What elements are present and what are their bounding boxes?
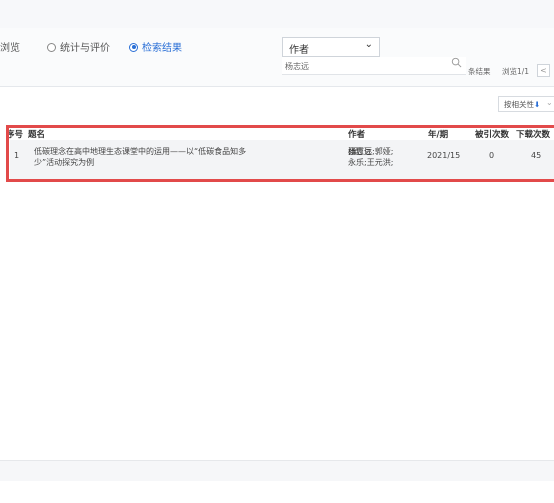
search-input[interactable]: 杨志远 [282, 57, 466, 75]
prev-page-button[interactable]: < [537, 64, 550, 77]
result-count-text: 条结果 [468, 67, 491, 76]
sort-arrow-icon: ⬇ [534, 100, 541, 109]
highlight-frame [6, 125, 554, 182]
bottom-bar [0, 460, 554, 481]
page-info: 浏览1/1 [502, 67, 530, 76]
search-icon[interactable] [451, 57, 462, 68]
chevron-left-icon: < [540, 66, 547, 75]
tab-browse-label: 浏览 [0, 43, 20, 54]
chevron-down-icon: ⌄ [364, 39, 373, 50]
top-bar [0, 0, 554, 29]
tab-search-results-label: 检索结果 [142, 43, 182, 54]
radio-statistics[interactable] [47, 42, 56, 52]
tab-statistics-label: 统计与评价 [60, 43, 110, 54]
sort-select[interactable]: 按相关性⬇ ⌄ [498, 96, 554, 112]
tab-statistics[interactable]: 统计与评价 [47, 39, 110, 54]
search-field-value: 作者 [289, 45, 309, 56]
search-query-text: 杨志远 [285, 62, 309, 71]
sort-label: 按相关性 [504, 100, 534, 109]
chevron-down-icon: ⌄ [546, 98, 553, 107]
tabs-area [0, 28, 554, 87]
tab-search-results[interactable]: 检索结果 [129, 39, 182, 54]
radio-search-results[interactable] [129, 42, 138, 52]
search-field-select[interactable]: 作者 ⌄ [282, 37, 380, 57]
tab-browse[interactable]: 浏览 [0, 39, 20, 54]
